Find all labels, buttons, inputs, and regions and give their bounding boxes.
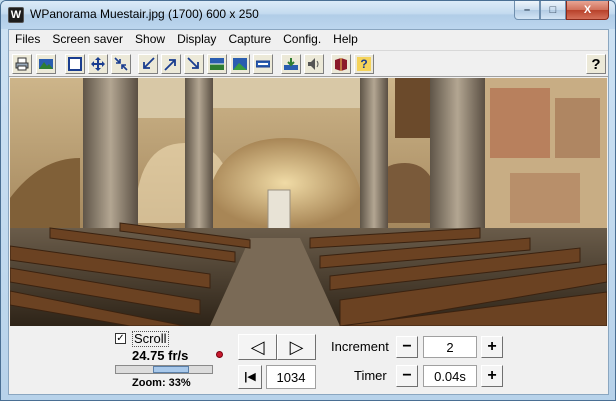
timer-label: Timer: [354, 368, 387, 383]
control-panel: ✓ Scroll 24.75 fr/s Zoom: 33% ◁ ▷ |◀ 103…: [9, 328, 608, 394]
picture-area-icon: [233, 57, 247, 71]
speed-marker-icon: [216, 351, 223, 358]
app-icon[interactable]: W: [8, 7, 24, 23]
adjust-horizon-button[interactable]: [207, 54, 227, 74]
strip-icon: [256, 57, 270, 71]
picture-area-button[interactable]: [230, 54, 250, 74]
timer-field[interactable]: 0.04s: [423, 365, 477, 387]
framerate-text: 24.75 fr/s: [132, 348, 189, 363]
zoom-in-button[interactable]: [161, 54, 181, 74]
maximize-button[interactable]: □: [540, 1, 566, 20]
help-question-icon: ?: [591, 55, 601, 73]
main-window: W WPanorama Muestair.jpg (1700) 600 x 25…: [0, 0, 616, 401]
scroll-checkbox[interactable]: ✓: [115, 333, 126, 344]
help-doc-icon: ?: [357, 57, 371, 71]
skip-first-icon: |◀: [244, 370, 256, 383]
menu-screen-saver[interactable]: Screen saver: [46, 30, 129, 49]
zoom-scroll-thumb[interactable]: [153, 366, 189, 373]
frame-button[interactable]: [65, 54, 85, 74]
zoom-out-icon: [141, 57, 155, 71]
scroll-label[interactable]: Scroll: [132, 331, 169, 347]
adjust-horizon-icon: [210, 57, 224, 71]
book-icon: [334, 57, 348, 71]
toolbar: ? ?: [9, 50, 608, 77]
menu-files[interactable]: Files: [9, 30, 46, 49]
increment-plus-button[interactable]: +: [481, 336, 503, 358]
timer-minus-button[interactable]: −: [396, 365, 418, 387]
trim-icon: [284, 57, 298, 71]
book-button[interactable]: [331, 54, 351, 74]
left-arrow-icon: ◁: [250, 337, 265, 357]
timer-plus-button[interactable]: +: [481, 365, 503, 387]
right-arrow-icon: ▷: [289, 337, 304, 357]
menu-help[interactable]: Help: [327, 30, 364, 49]
increment-field[interactable]: 2: [423, 336, 477, 358]
sound-icon: [307, 57, 321, 71]
sound-button[interactable]: [304, 54, 324, 74]
zoom-corner-icon: [187, 57, 201, 71]
help-doc-button[interactable]: ?: [354, 54, 374, 74]
trim-button[interactable]: [281, 54, 301, 74]
increment-minus-button[interactable]: −: [396, 336, 418, 358]
previous-button[interactable]: ◁: [238, 334, 277, 360]
minimize-button[interactable]: –: [514, 1, 540, 20]
first-button[interactable]: |◀: [238, 365, 262, 389]
strip-button[interactable]: [253, 54, 273, 74]
menu-capture[interactable]: Capture: [222, 30, 277, 49]
window-title: WPanorama Muestair.jpg (1700) 600 x 250: [30, 7, 259, 21]
menu-config[interactable]: Config.: [277, 30, 327, 49]
client-area: Files Screen saver Show Display Capture …: [8, 29, 609, 395]
menu-display[interactable]: Display: [171, 30, 222, 49]
title-bar[interactable]: W WPanorama Muestair.jpg (1700) 600 x 25…: [1, 1, 615, 29]
move-icon: [91, 57, 105, 71]
print-button[interactable]: [12, 54, 32, 74]
shrink-button[interactable]: [111, 54, 131, 74]
move-button[interactable]: [88, 54, 108, 74]
church-panorama-image: [10, 78, 607, 326]
increment-label: Increment: [331, 339, 389, 354]
zoom-text: Zoom: 33%: [132, 377, 191, 389]
image-button[interactable]: [36, 54, 56, 74]
zoom-corner-button[interactable]: [184, 54, 204, 74]
close-button[interactable]: X: [566, 1, 609, 20]
context-help-button[interactable]: ?: [586, 54, 606, 74]
menu-show[interactable]: Show: [129, 30, 171, 49]
next-button[interactable]: ▷: [277, 334, 316, 360]
image-icon: [39, 57, 53, 71]
panorama-view[interactable]: [10, 78, 607, 326]
position-field[interactable]: 1034: [266, 365, 316, 389]
frame-icon: [68, 57, 82, 71]
zoom-in-icon: [164, 57, 178, 71]
print-icon: [15, 57, 29, 71]
zoom-scrollbar[interactable]: [115, 365, 213, 374]
menu-bar: Files Screen saver Show Display Capture …: [9, 30, 608, 49]
shrink-icon: [114, 57, 128, 71]
window-controls: – □ X: [514, 1, 609, 20]
zoom-out-button[interactable]: [138, 54, 158, 74]
